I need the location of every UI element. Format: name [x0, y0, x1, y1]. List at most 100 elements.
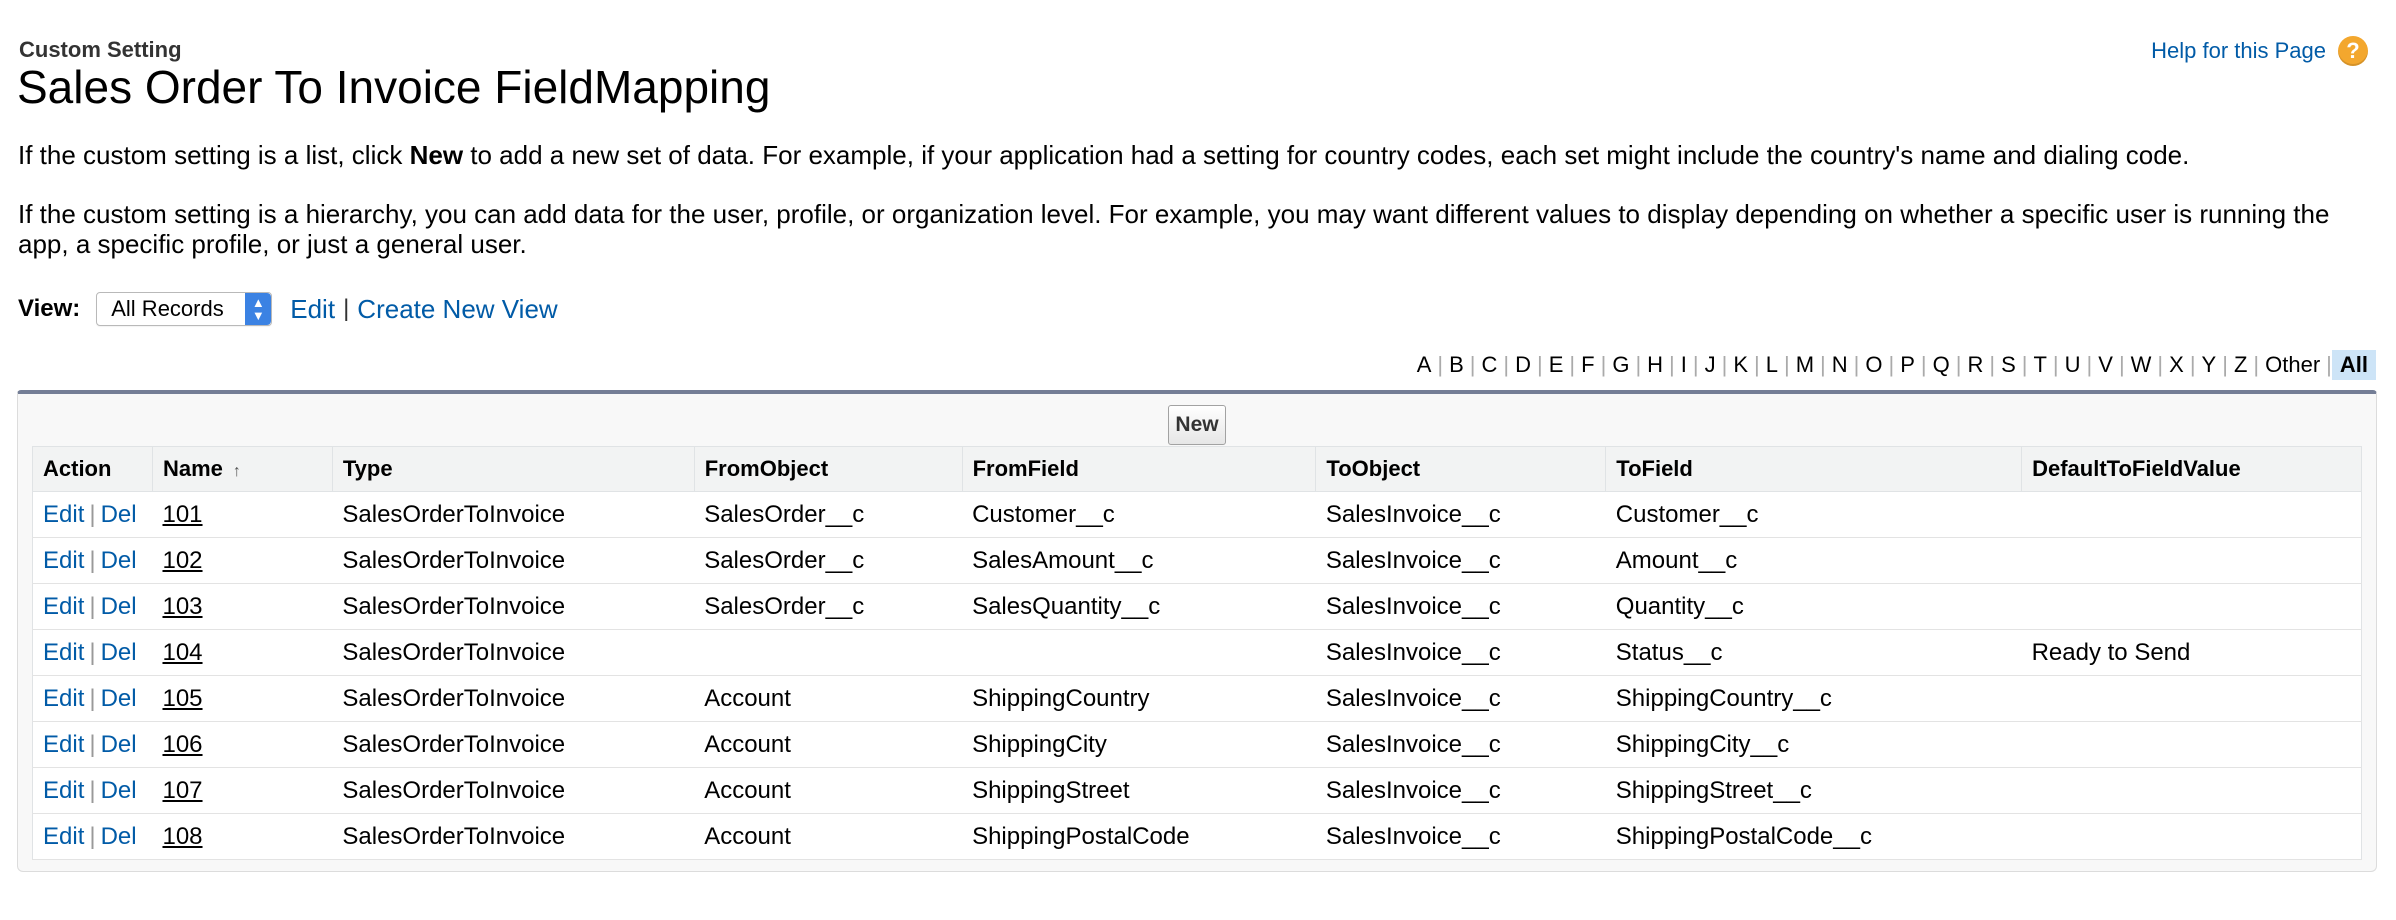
cell-from-object: SalesOrder__c — [694, 583, 963, 630]
create-new-view-link[interactable]: Create New View — [357, 294, 557, 325]
table-row: Edit | Del 107 SalesOrderToInvoice Account Shi… — [32, 767, 2362, 814]
edit-row-link[interactable]: Edit — [43, 547, 84, 574]
alphabet-filter-all[interactable]: All — [2331, 350, 2376, 380]
alphabet-filter-v[interactable]: V — [2092, 352, 2119, 378]
alphabet-filter-x[interactable]: X — [2163, 352, 2190, 378]
alphabet-filter-m[interactable]: M — [1790, 352, 1820, 378]
delete-row-link[interactable]: Del — [101, 777, 137, 804]
edit-row-link[interactable]: Edit — [43, 501, 84, 528]
cell-from-object — [694, 629, 963, 676]
alphabet-filter-k[interactable]: K — [1727, 352, 1754, 378]
alphabet-filter-s[interactable]: S — [1995, 352, 2022, 378]
cell-to-object: SalesInvoice__c — [1315, 537, 1606, 584]
alphabet-filter-r[interactable]: R — [1961, 352, 1989, 378]
alphabet-filter-other[interactable]: Other — [2259, 352, 2326, 378]
alphabet-filter-p[interactable]: P — [1894, 352, 1921, 378]
sort-ascending-icon: ↑ — [232, 463, 241, 480]
alphabet-filter-u[interactable]: U — [2059, 352, 2087, 378]
edit-row-link[interactable]: Edit — [43, 823, 84, 850]
delete-row-link[interactable]: Del — [101, 547, 137, 574]
alphabet-filter-y[interactable]: Y — [2196, 352, 2223, 378]
row-name-cell: 104 — [152, 629, 333, 676]
cell-to-field: ShippingPostalCode__c — [1605, 813, 2022, 860]
page-title: Sales Order To Invoice FieldMapping — [17, 61, 771, 113]
cell-to-object: SalesInvoice__c — [1315, 491, 1606, 538]
edit-row-link[interactable]: Edit — [43, 777, 84, 804]
record-name-link[interactable]: 105 — [162, 685, 202, 712]
alphabet-filter-a[interactable]: A — [1411, 352, 1438, 378]
column-header-name[interactable]: Name ↑ — [152, 446, 333, 492]
alphabet-filter-o[interactable]: O — [1859, 352, 1888, 378]
alphabet-filter-j[interactable]: J — [1699, 352, 1722, 378]
help-link[interactable]: Help for this Page — [2151, 38, 2326, 64]
cell-default-value — [2021, 813, 2362, 860]
record-name-link[interactable]: 106 — [162, 731, 202, 758]
edit-row-link[interactable]: Edit — [43, 639, 84, 666]
alphabet-filter-l[interactable]: L — [1760, 352, 1784, 378]
record-name-link[interactable]: 107 — [162, 777, 202, 804]
record-name-link[interactable]: 102 — [162, 547, 202, 574]
alphabet-filter-i[interactable]: I — [1675, 352, 1693, 378]
delete-row-link[interactable]: Del — [101, 593, 137, 620]
alphabet-filter-n[interactable]: N — [1826, 352, 1854, 378]
edit-row-link[interactable]: Edit — [43, 593, 84, 620]
edit-row-link[interactable]: Edit — [43, 731, 84, 758]
alphabet-filter-f[interactable]: F — [1575, 352, 1600, 378]
action-separator: | — [89, 546, 96, 574]
record-name-link[interactable]: 108 — [162, 823, 202, 850]
alphabet-filter-w[interactable]: W — [2125, 352, 2158, 378]
delete-row-link[interactable]: Del — [101, 685, 137, 712]
alphabet-filter-h[interactable]: H — [1641, 352, 1669, 378]
cell-default-value — [2021, 721, 2362, 768]
list-description: If the custom setting is a list, click N… — [18, 140, 2189, 170]
cell-to-object: SalesInvoice__c — [1315, 721, 1606, 768]
alphabet-filter-b[interactable]: B — [1443, 352, 1470, 378]
cell-to-field: ShippingCity__c — [1605, 721, 2022, 768]
action-separator: | — [89, 592, 96, 620]
new-record-button[interactable]: New — [1168, 405, 1226, 445]
record-name-link[interactable]: 104 — [162, 639, 202, 666]
action-separator: | — [89, 822, 96, 850]
cell-from-object: Account — [694, 813, 963, 860]
record-name-link[interactable]: 103 — [162, 593, 202, 620]
alphabet-filter-z[interactable]: Z — [2228, 352, 2253, 378]
alphabet-filter-d[interactable]: D — [1509, 352, 1537, 378]
cell-from-field — [962, 629, 1316, 676]
column-header-fromobject[interactable]: FromObject — [694, 446, 963, 492]
cell-from-object: Account — [694, 721, 963, 768]
alphabet-filter-q[interactable]: Q — [1927, 352, 1956, 378]
alphabet-filter-g[interactable]: G — [1606, 352, 1635, 378]
column-header-defaulttofieldvalue[interactable]: DefaultToFieldValue — [2021, 446, 2362, 492]
cell-from-field: ShippingCity — [962, 721, 1316, 768]
edit-view-link[interactable]: Edit — [290, 294, 335, 325]
view-select[interactable]: All Records ▲ ▼ — [96, 292, 273, 326]
cell-type: SalesOrderToInvoice — [332, 675, 695, 722]
delete-row-link[interactable]: Del — [101, 501, 137, 528]
column-header-fromfield[interactable]: FromField — [962, 446, 1317, 492]
row-name-cell: 108 — [152, 813, 333, 860]
row-name-cell: 105 — [152, 675, 333, 722]
column-header-type[interactable]: Type — [332, 446, 695, 492]
delete-row-link[interactable]: Del — [101, 639, 137, 666]
alphabet-filter-e[interactable]: E — [1543, 352, 1570, 378]
cell-from-object: SalesOrder__c — [694, 537, 963, 584]
action-separator: | — [89, 730, 96, 758]
column-header-toobject[interactable]: ToObject — [1315, 446, 1607, 492]
list-description-start: If the custom setting is a list, click — [18, 140, 410, 170]
view-link-separator: | — [343, 295, 350, 322]
view-select-value: All Records — [111, 296, 224, 321]
column-header-tofield[interactable]: ToField — [1605, 446, 2023, 492]
delete-row-link[interactable]: Del — [101, 731, 137, 758]
cell-from-field: Customer__c — [962, 491, 1316, 538]
alphabet-filter-t[interactable]: T — [2027, 352, 2052, 378]
alphabet-filter-c[interactable]: C — [1476, 352, 1504, 378]
edit-row-link[interactable]: Edit — [43, 685, 84, 712]
delete-row-link[interactable]: Del — [101, 823, 137, 850]
action-separator: | — [89, 684, 96, 712]
action-separator: | — [89, 776, 96, 804]
cell-to-field: ShippingStreet__c — [1605, 767, 2022, 814]
cell-type: SalesOrderToInvoice — [332, 721, 695, 768]
record-name-link[interactable]: 101 — [162, 501, 202, 528]
help-question-icon[interactable]: ? — [2338, 36, 2368, 66]
row-name-cell: 107 — [152, 767, 333, 814]
